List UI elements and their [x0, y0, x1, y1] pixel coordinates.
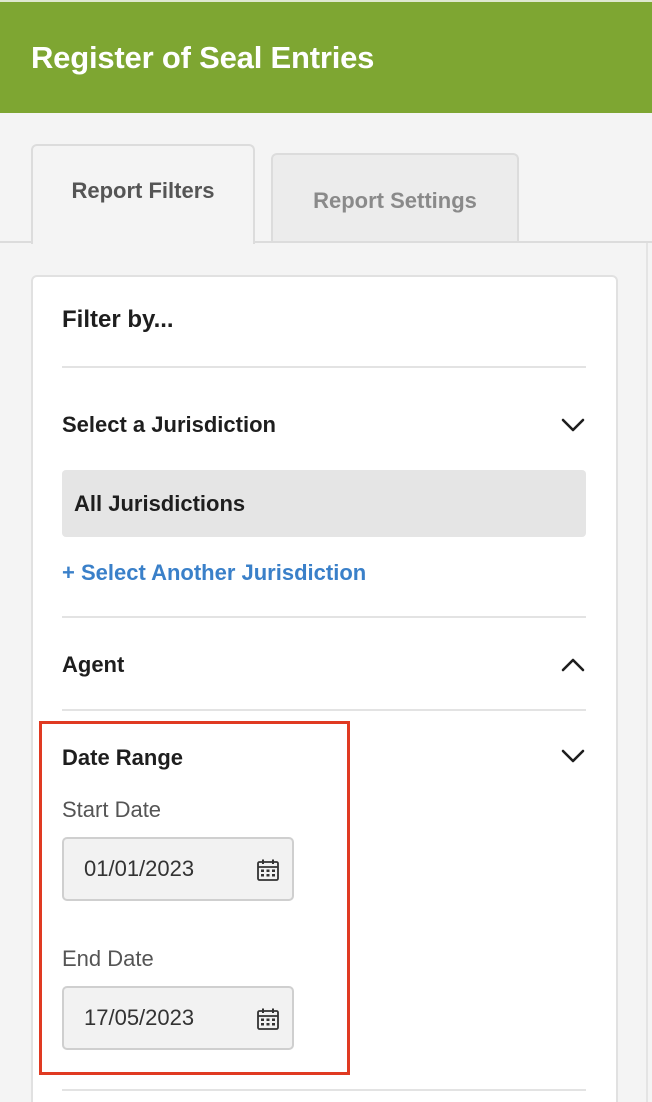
- tab-report-filters[interactable]: Report Filters: [31, 144, 255, 244]
- tab-label: Report Filters: [71, 178, 215, 203]
- divider: [62, 616, 586, 618]
- select-another-jurisdiction-link[interactable]: + Select Another Jurisdiction: [62, 560, 366, 586]
- date-range-highlight-box: [39, 721, 350, 1075]
- divider: [62, 366, 586, 368]
- tab-label: Report Settings: [313, 188, 477, 213]
- chevron-down-icon[interactable]: [560, 746, 586, 766]
- agent-section-header[interactable]: Agent: [62, 652, 124, 678]
- jurisdiction-selected-item[interactable]: All Jurisdictions: [62, 470, 586, 537]
- chevron-up-icon[interactable]: [560, 655, 586, 675]
- tab-report-settings[interactable]: Report Settings: [271, 153, 519, 241]
- page-title: Register of Seal Entries: [31, 40, 375, 75]
- panel-edge: [646, 243, 648, 1102]
- filter-title: Filter by...: [62, 306, 174, 333]
- chevron-down-icon[interactable]: [560, 415, 586, 435]
- divider: [62, 1089, 586, 1091]
- app-header: Register of Seal Entries: [0, 0, 652, 113]
- jurisdiction-section-header[interactable]: Select a Jurisdiction: [62, 412, 276, 438]
- divider: [62, 709, 586, 711]
